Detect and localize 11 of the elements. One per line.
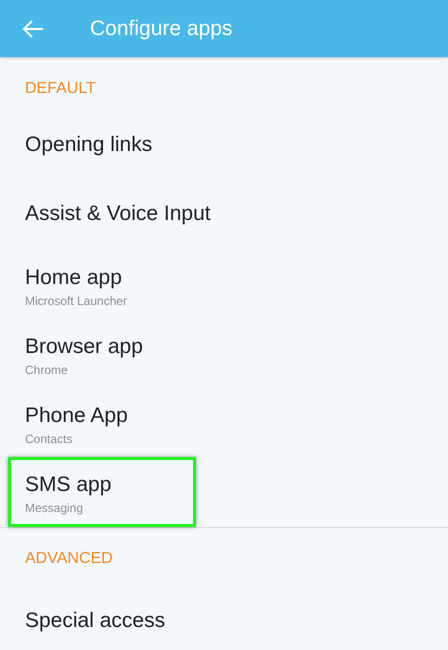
settings-item[interactable]: Browser app Chrome <box>0 317 448 386</box>
section-header: ADVANCED <box>24 549 114 569</box>
settings-item[interactable]: Special access <box>0 586 448 650</box>
section-header: DEFAULT <box>24 79 97 99</box>
settings-item[interactable]: Home app Microsoft Launcher <box>0 248 448 317</box>
screen-title: Configure apps <box>90 16 232 40</box>
settings-item[interactable]: Phone App Contacts <box>0 386 448 455</box>
settings-item[interactable]: Assist & Voice Input <box>0 179 448 248</box>
back-arrow-icon[interactable] <box>22 20 44 38</box>
settings-item[interactable]: SMS app Messaging <box>0 455 448 524</box>
settings-item[interactable]: Opening links <box>0 110 448 179</box>
